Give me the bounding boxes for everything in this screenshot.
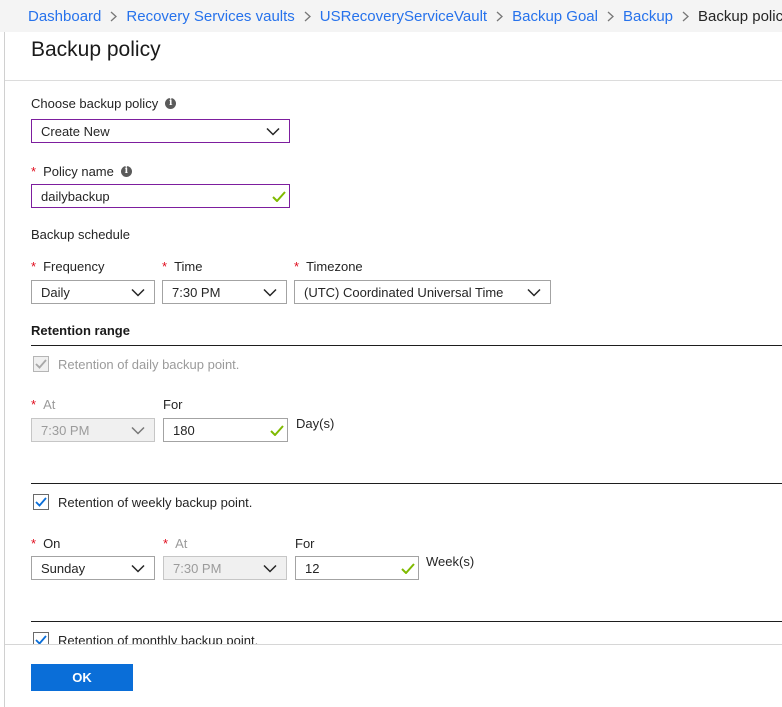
time-label: * Time	[162, 259, 202, 274]
required-marker: *	[31, 164, 37, 179]
daily-unit-label: Day(s)	[296, 416, 335, 431]
time-value: 7:30 PM	[172, 284, 221, 300]
chevron-down-icon	[263, 288, 277, 297]
blade-footer: OK	[5, 644, 782, 707]
page-title: Backup policy	[31, 38, 161, 61]
breadcrumb-backup[interactable]: Backup	[623, 8, 673, 25]
checkmark-icon	[35, 359, 47, 369]
title-divider	[5, 80, 782, 81]
choose-policy-label-text: Choose backup policy	[31, 96, 159, 111]
checkmark-valid-icon	[272, 190, 286, 202]
required-marker: *	[31, 259, 37, 274]
breadcrumb-vault[interactable]: USRecoveryServiceVault	[320, 8, 487, 25]
frequency-dropdown[interactable]: Daily	[31, 280, 155, 304]
weekly-at-value: 7:30 PM	[173, 560, 222, 576]
checkmark-icon	[35, 497, 47, 507]
weekly-retention-checkbox[interactable]	[33, 494, 49, 510]
daily-at-dropdown[interactable]: 7:30 PM	[31, 418, 155, 442]
time-label-text: Time	[174, 259, 203, 274]
chevron-right-icon	[110, 11, 118, 22]
weekly-for-label: For	[295, 536, 315, 551]
required-marker: *	[31, 536, 37, 551]
required-marker: *	[31, 397, 37, 412]
daily-at-label: * At	[31, 397, 55, 412]
frequency-value: Daily	[41, 284, 70, 300]
policy-name-label-text: Policy name	[43, 164, 114, 179]
breadcrumb-backup-goal[interactable]: Backup Goal	[512, 8, 598, 25]
breadcrumb: Dashboard Recovery Services vaults USRec…	[0, 0, 782, 32]
choose-policy-dropdown[interactable]: Create New	[31, 119, 290, 143]
breadcrumb-backup-policy: Backup policy	[698, 7, 782, 25]
daily-at-value: 7:30 PM	[41, 422, 90, 438]
breadcrumb-recovery-services-vaults[interactable]: Recovery Services vaults	[126, 8, 294, 25]
chevron-down-icon	[266, 127, 280, 136]
daily-at-label-text: At	[43, 397, 56, 412]
weekly-at-label-text: At	[175, 536, 188, 551]
section-divider	[31, 483, 782, 484]
daily-retention-label: Retention of daily backup point.	[58, 357, 240, 372]
chevron-down-icon	[131, 288, 145, 297]
weekly-on-label-text: On	[43, 536, 61, 551]
timezone-label-text: Timezone	[306, 259, 363, 274]
frequency-label: * Frequency	[31, 259, 104, 274]
chevron-down-icon	[527, 288, 541, 297]
required-marker: *	[294, 259, 300, 274]
frequency-label-text: Frequency	[43, 259, 105, 274]
chevron-down-icon	[131, 564, 145, 573]
policy-name-label: * Policy name i	[31, 164, 132, 179]
choose-policy-label: Choose backup policy i	[31, 96, 177, 111]
daily-for-input[interactable]: 180	[163, 418, 288, 442]
weekly-retention-label: Retention of weekly backup point.	[58, 495, 253, 510]
retention-range-heading: Retention range	[31, 323, 130, 338]
required-marker: *	[162, 259, 168, 274]
policy-name-value: dailybackup	[41, 188, 110, 204]
backup-policy-blade: Backup policy Choose backup policy i Cre…	[4, 32, 782, 707]
time-dropdown[interactable]: 7:30 PM	[162, 280, 287, 304]
choose-policy-value: Create New	[41, 123, 110, 139]
daily-for-label: For	[163, 397, 183, 412]
required-marker: *	[163, 536, 169, 551]
checkmark-valid-icon	[270, 424, 284, 436]
weekly-unit-label: Week(s)	[426, 554, 475, 569]
chevron-down-icon	[131, 426, 145, 435]
policy-name-input[interactable]: dailybackup	[31, 184, 290, 208]
timezone-label: * Timezone	[294, 259, 363, 274]
timezone-value: (UTC) Coordinated Universal Time	[304, 284, 504, 300]
info-icon[interactable]: i	[165, 98, 177, 109]
daily-for-value: 180	[173, 422, 195, 438]
weekly-at-label: * At	[163, 536, 187, 551]
weekly-for-value: 12	[305, 560, 320, 576]
chevron-right-icon	[607, 11, 614, 22]
chevron-right-icon	[682, 11, 690, 22]
section-divider	[31, 621, 782, 622]
weekly-at-dropdown[interactable]: 7:30 PM	[163, 556, 287, 580]
weekly-on-value: Sunday	[41, 560, 86, 576]
chevron-right-icon	[304, 11, 311, 22]
section-divider	[31, 345, 782, 346]
chevron-down-icon	[263, 564, 277, 573]
chevron-right-icon	[496, 11, 504, 22]
weekly-on-dropdown[interactable]: Sunday	[31, 556, 155, 580]
timezone-dropdown[interactable]: (UTC) Coordinated Universal Time	[294, 280, 551, 304]
checkmark-valid-icon	[401, 562, 415, 574]
backup-schedule-heading: Backup schedule	[31, 227, 131, 242]
breadcrumb-dashboard[interactable]: Dashboard	[28, 8, 101, 25]
ok-button[interactable]: OK	[31, 664, 133, 691]
weekly-for-input[interactable]: 12	[295, 556, 419, 580]
weekly-on-label: * On	[31, 536, 60, 551]
daily-retention-checkbox[interactable]	[33, 356, 49, 372]
info-icon[interactable]: i	[120, 166, 132, 177]
